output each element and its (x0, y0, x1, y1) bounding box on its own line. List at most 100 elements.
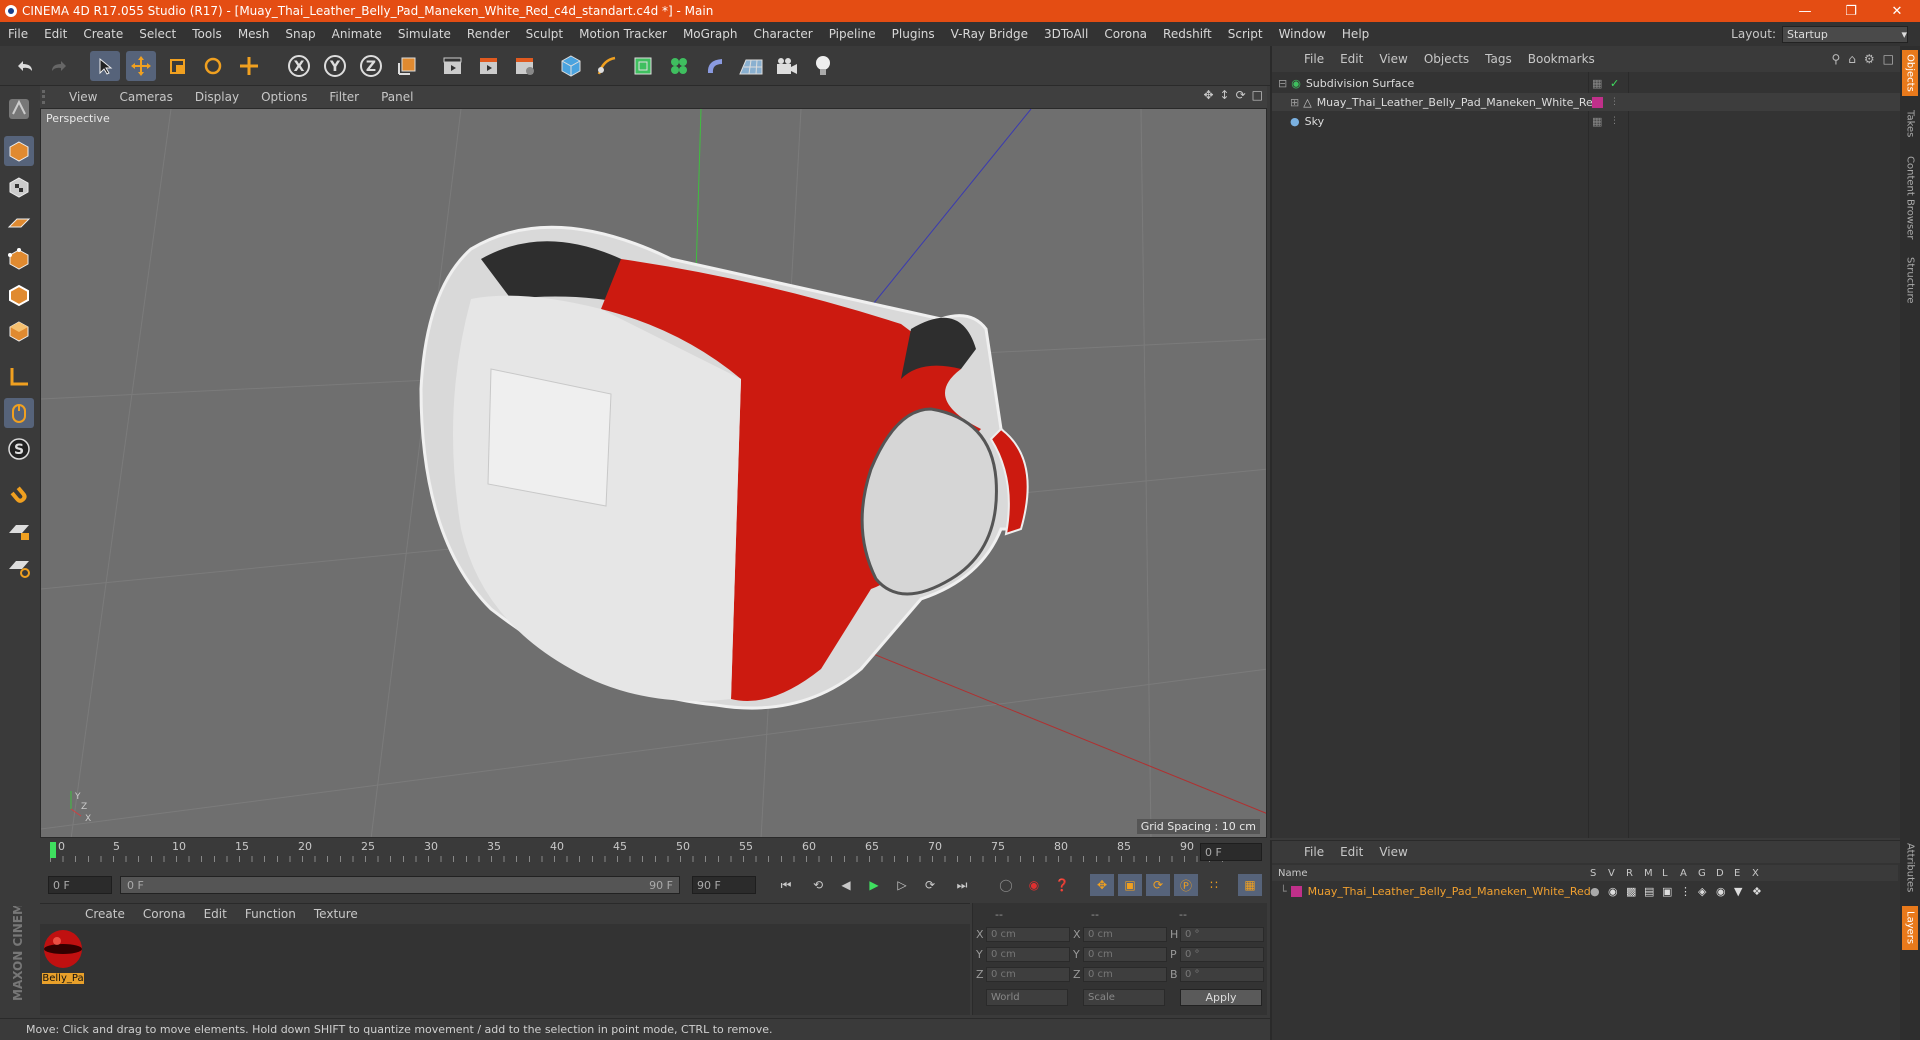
maximize-view-icon[interactable]: □ (1252, 88, 1263, 102)
layer-col-header[interactable]: D (1716, 868, 1724, 879)
xref-icon[interactable]: ❖ (1752, 885, 1762, 898)
floor-button[interactable] (736, 51, 766, 81)
menu-file[interactable]: File (0, 27, 36, 41)
menu-render[interactable]: Render (459, 27, 518, 41)
menu-redshift[interactable]: Redshift (1155, 27, 1220, 41)
tab-layers[interactable]: Layers (1902, 906, 1918, 950)
polygons-mode-button[interactable] (4, 316, 34, 346)
menu-pipeline[interactable]: Pipeline (821, 27, 884, 41)
view-eye-icon[interactable]: ◉ (1608, 885, 1618, 898)
deformers-icon[interactable]: ◉ (1716, 885, 1726, 898)
scale-tool-button[interactable] (162, 51, 192, 81)
menu-sculpt[interactable]: Sculpt (518, 27, 571, 41)
locked-workplane-button[interactable] (4, 516, 34, 546)
viewport-menu-cameras[interactable]: Cameras (108, 90, 183, 104)
collapse-icon[interactable]: ⊟ (1278, 77, 1287, 90)
render-picture-button[interactable] (474, 51, 504, 81)
object-menu-objects[interactable]: Objects (1416, 52, 1477, 66)
object-menu-tags[interactable]: Tags (1477, 52, 1520, 66)
object-menu-file[interactable]: File (1296, 52, 1332, 66)
object-menu-edit[interactable]: Edit (1332, 52, 1371, 66)
light-button[interactable] (808, 51, 838, 81)
menu-character[interactable]: Character (745, 27, 820, 41)
position-z-field[interactable]: 0 cm (986, 967, 1070, 982)
position-y-field[interactable]: 0 cm (986, 947, 1070, 962)
layer-color-swatch[interactable] (1592, 96, 1603, 108)
viewport-menu-view[interactable]: View (58, 90, 108, 104)
layer-col-header[interactable]: V (1608, 868, 1615, 879)
coord-system-select[interactable]: World (986, 989, 1068, 1006)
material-menu-create[interactable]: Create (76, 907, 134, 921)
visibility-dots-icon[interactable]: ⋮ (1610, 116, 1619, 126)
rotation-h-field[interactable]: 0 ° (1180, 927, 1264, 942)
z-axis-button[interactable]: Z (356, 51, 386, 81)
key-rotation-button[interactable]: ⟳ (1146, 874, 1170, 896)
menu-motion-tracker[interactable]: Motion Tracker (571, 27, 675, 41)
layer-col-header[interactable]: X (1752, 868, 1759, 879)
edges-mode-button[interactable] (4, 280, 34, 310)
undo-button[interactable] (10, 51, 40, 81)
minimize-button[interactable]: — (1782, 0, 1828, 22)
tab-structure[interactable]: Structure (1902, 252, 1918, 308)
layer-col-header[interactable]: L (1662, 868, 1668, 879)
object-menu-bookmarks[interactable]: Bookmarks (1520, 52, 1603, 66)
end-frame-field[interactable]: 90 F (692, 876, 756, 894)
texture-mode-button[interactable] (4, 172, 34, 202)
search-icon[interactable]: ⚲ (1831, 52, 1840, 66)
play-button[interactable]: ▶ (862, 874, 886, 896)
lock-icon[interactable]: ▣ (1662, 885, 1672, 898)
workplane-mode-button[interactable] (4, 208, 34, 238)
key-parameter-button[interactable]: Ⓟ (1174, 874, 1198, 896)
prev-frame-button[interactable]: ◀ (834, 874, 858, 896)
layer-name-header[interactable]: Name (1278, 868, 1308, 879)
menu-select[interactable]: Select (131, 27, 184, 41)
coordinate-system-button[interactable] (392, 51, 422, 81)
rotation-b-field[interactable]: 0 ° (1180, 967, 1264, 982)
menu-vray-bridge[interactable]: V-Ray Bridge (943, 27, 1036, 41)
planar-workplane-button[interactable] (4, 552, 34, 582)
material-menu-edit[interactable]: Edit (195, 907, 236, 921)
material-menu-texture[interactable]: Texture (305, 907, 367, 921)
next-key-button[interactable]: ⟳ (918, 874, 942, 896)
menu-create[interactable]: Create (75, 27, 131, 41)
menu-corona[interactable]: Corona (1096, 27, 1155, 41)
playhead-marker[interactable] (50, 842, 56, 858)
apply-button[interactable]: Apply (1180, 989, 1262, 1006)
rotation-p-field[interactable]: 0 ° (1180, 947, 1264, 962)
editor-visibility-icon[interactable]: ▦ (1592, 77, 1602, 90)
tab-takes[interactable]: Takes (1902, 104, 1918, 144)
orbit-view-icon[interactable]: ⟳ (1236, 88, 1246, 102)
viewport-menu-panel[interactable]: Panel (370, 90, 424, 104)
layer-col-header[interactable]: R (1626, 868, 1633, 879)
position-x-field[interactable]: 0 cm (986, 927, 1070, 942)
cube-button[interactable] (556, 51, 586, 81)
home-icon[interactable]: ⌂ (1848, 52, 1856, 66)
current-frame-field[interactable]: 0 F (1200, 843, 1262, 861)
menu-help[interactable]: Help (1334, 27, 1377, 41)
key-pla-button[interactable]: ∷ (1202, 874, 1226, 896)
render-view-button[interactable] (438, 51, 468, 81)
dolly-view-icon[interactable]: ↕ (1220, 88, 1230, 102)
layout-select[interactable]: Startup ▾ (1782, 25, 1908, 43)
render-settings-button[interactable] (510, 51, 540, 81)
menu-edit[interactable]: Edit (36, 27, 75, 41)
prev-key-button[interactable]: ⟲ (806, 874, 830, 896)
layer-col-header[interactable]: M (1644, 868, 1653, 879)
subdivision-button[interactable] (628, 51, 658, 81)
size-x-field[interactable]: 0 cm (1083, 927, 1167, 942)
mograph-cloner-button[interactable] (664, 51, 694, 81)
perspective-viewport[interactable]: Y Z X Perspective Grid Spacing : 10 cm (40, 108, 1267, 838)
record-keys-button[interactable]: ◯ (994, 874, 1018, 896)
settings-icon[interactable]: ⚙ (1864, 52, 1875, 66)
size-mode-select[interactable]: Scale (1083, 989, 1165, 1006)
next-frame-button[interactable]: ▷ (890, 874, 914, 896)
snap-settings-button[interactable]: S (4, 434, 34, 464)
layer-color-swatch[interactable] (1290, 885, 1302, 897)
pan-view-icon[interactable]: ✥ (1203, 88, 1213, 102)
generators-icon[interactable]: ◈ (1698, 885, 1706, 898)
rotate-tool-button[interactable] (198, 51, 228, 81)
menu-simulate[interactable]: Simulate (390, 27, 459, 41)
viewport-menu-display[interactable]: Display (184, 90, 250, 104)
keyframe-selection-button[interactable]: ❓ (1050, 874, 1074, 896)
layer-col-header[interactable]: E (1734, 868, 1740, 879)
